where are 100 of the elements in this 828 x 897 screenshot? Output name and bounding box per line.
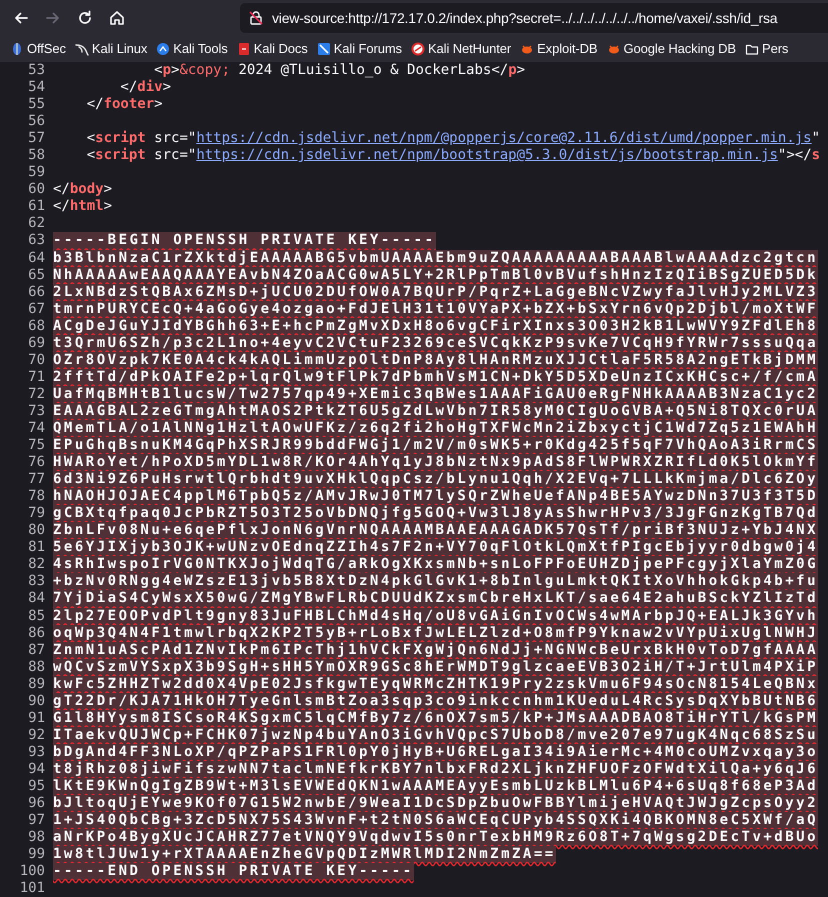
source-link[interactable]: https://cdn.jsdelivr.net/npm/@popperjs/core@2.11.6/dist/umd/popper.min.js <box>196 130 812 148</box>
ring-logo-icon <box>410 42 425 56</box>
line-number: 94 <box>27 760 45 778</box>
home-icon <box>108 9 126 27</box>
line-number: 54 <box>27 79 45 96</box>
line-number: 57 <box>27 130 45 148</box>
bookmark-folder[interactable]: Pers <box>745 39 788 59</box>
tag-name: body <box>70 181 104 198</box>
line-number: 92 <box>27 726 45 744</box>
line-number: 53 <box>27 62 45 80</box>
bookmark-link[interactable]: Exploit-DB <box>520 39 598 59</box>
line-number: 72 <box>27 386 45 403</box>
markup-punctuation: </ <box>53 181 70 198</box>
line-number: 82 <box>27 556 45 574</box>
tag-name: s <box>812 147 820 164</box>
tag-name: script <box>95 130 146 148</box>
line-number: 80 <box>27 522 45 540</box>
line-number: 85 <box>27 608 45 625</box>
address-field[interactable]: view-source:http://172.17.0.2/index.php?secret=../../../../../../../home/vaxei/.ssh/id_rsa <box>240 3 828 33</box>
line-number: 95 <box>27 778 45 796</box>
markup-punctuation: </ <box>119 79 138 96</box>
square-logo-icon <box>316 42 331 56</box>
line-number: 69 <box>27 334 45 352</box>
markup-punctuation: </ <box>86 96 104 114</box>
markup-punctuation: > <box>516 62 526 80</box>
line-number: 76 <box>27 454 45 472</box>
tag-name: footer <box>104 96 154 114</box>
tag-name: div <box>137 79 163 96</box>
bookmark-link[interactable]: Google Hacking DB <box>606 39 736 59</box>
line-number: 75 <box>27 437 45 454</box>
line-number: 90 <box>27 692 45 710</box>
address-text: view-source:http://172.17.0.2/index.php?secret=../../../../../../../home/vaxei/.ssh/id_rsa <box>272 8 778 28</box>
bookmark-link[interactable]: Kali NetHunter <box>410 39 512 59</box>
line-number: 58 <box>27 147 45 164</box>
tag-name: p <box>508 62 517 80</box>
line-number: 79 <box>27 505 45 522</box>
line-number: 73 <box>27 402 45 420</box>
circle-logo-icon <box>156 42 170 56</box>
tag-name: html <box>70 198 104 216</box>
line-number: 74 <box>27 420 45 438</box>
markup-punctuation: " <box>812 130 820 148</box>
line-number: 78 <box>27 488 45 506</box>
markup-punctuation: > <box>104 181 112 198</box>
line-number: 65 <box>27 266 45 284</box>
line-number: 100 <box>18 863 45 880</box>
line-number: 98 <box>27 829 45 846</box>
markup-punctuation: > <box>154 96 163 114</box>
line-number: 60 <box>27 181 45 198</box>
shield-logo-icon <box>10 42 24 56</box>
bookmark-link[interactable]: Kali Forums <box>316 39 402 59</box>
attribute-name: src=" <box>153 147 196 164</box>
reload-icon <box>76 9 94 27</box>
bookmark-link[interactable]: Kali Tools <box>156 39 228 59</box>
line-number: 70 <box>27 352 45 369</box>
line-number: 88 <box>27 658 45 676</box>
markup-punctuation: "></ <box>778 147 812 164</box>
markup-punctuation: < <box>86 147 96 164</box>
insecure-lock-icon <box>248 10 264 26</box>
bookmark-link[interactable]: Kali Docs <box>236 39 308 59</box>
line-number: 83 <box>27 573 45 590</box>
tag-name: script <box>95 147 146 164</box>
document-logo-icon <box>236 42 251 56</box>
line-number: 87 <box>27 642 45 659</box>
line-number: 62 <box>27 215 45 232</box>
line-number: 97 <box>27 812 45 830</box>
line-number: 59 <box>27 164 45 182</box>
line-number: 84 <box>27 590 45 608</box>
markup-punctuation: < <box>86 130 96 148</box>
markup-punctuation: < <box>153 62 163 80</box>
folder-icon <box>745 42 759 56</box>
line-number: 91 <box>27 710 45 727</box>
line-number: 81 <box>27 539 45 556</box>
line-number: 68 <box>27 318 45 335</box>
source-text: 2024 @TLuisillo_o & DockerLabs <box>237 62 492 80</box>
line-number: 56 <box>27 113 45 130</box>
line-number: 64 <box>27 250 45 267</box>
line-number: 89 <box>27 676 45 693</box>
line-number: 63 <box>27 232 45 250</box>
line-number: 93 <box>27 744 45 761</box>
markup-punctuation: > <box>171 62 180 80</box>
line-number: 71 <box>27 368 45 386</box>
line-number: 66 <box>27 284 45 301</box>
line-number: 99 <box>27 846 45 864</box>
markup-punctuation: </ <box>53 198 70 216</box>
line-number: 86 <box>27 624 45 642</box>
markup-punctuation: </ <box>491 62 508 80</box>
line-number: 101 <box>18 880 45 897</box>
line-number: 96 <box>27 795 45 812</box>
bookmark-link[interactable]: OffSec <box>10 39 66 59</box>
tag-name: p <box>162 62 172 80</box>
markup-punctuation: > <box>162 79 172 96</box>
line-number: 77 <box>27 471 45 488</box>
markup-punctuation: > <box>104 198 112 216</box>
line-number: 55 <box>27 96 45 114</box>
html-entity: &copy; <box>179 62 230 80</box>
source-link[interactable]: https://cdn.jsdelivr.net/npm/bootstrap@5.3.0/dist/js/bootstrap.min.js <box>196 147 778 164</box>
bookmark-link[interactable]: Kali Linux <box>74 39 148 59</box>
attribute-name: src=" <box>153 130 196 148</box>
squiggle-logo-icon <box>74 42 89 56</box>
line-number: 67 <box>27 300 45 318</box>
